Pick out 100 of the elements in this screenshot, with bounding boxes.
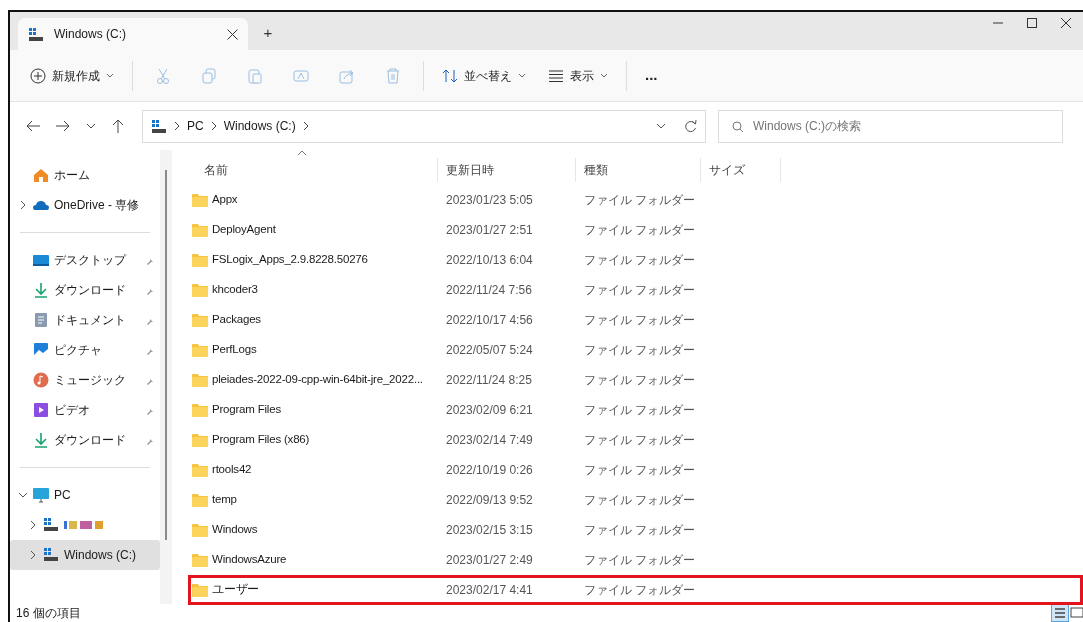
file-type: ファイル フォルダー — [583, 522, 697, 539]
file-row[interactable]: khcoder3 2022/11/24 7:56 ファイル フォルダー — [188, 275, 1083, 305]
chevron-icon[interactable] — [28, 550, 38, 560]
sidebar-item[interactable]: ピクチャ — [10, 335, 160, 365]
file-row[interactable]: WindowsAzure 2023/01/27 2:49 ファイル フォルダー — [188, 545, 1083, 575]
new-tab-button[interactable]: + — [248, 20, 288, 46]
file-row[interactable]: PerfLogs 2022/05/07 5:24 ファイル フォルダー — [188, 335, 1083, 365]
modified-date: 2022/10/17 4:56 — [445, 312, 534, 329]
folder-icon — [192, 553, 208, 567]
file-type: ファイル フォルダー — [583, 252, 697, 269]
address-bar[interactable]: PC Windows (C:) — [142, 109, 706, 143]
breadcrumb[interactable]: Windows (C:) — [223, 117, 296, 135]
sidebar-item[interactable]: ドキュメント — [10, 305, 160, 335]
folder-icon — [192, 343, 208, 357]
file-type: ファイル フォルダー — [583, 342, 697, 359]
file-name: pleiades-2022-09-cpp-win-64bit-jre_2022... — [212, 372, 423, 388]
file-row[interactable]: FSLogix_Apps_2.9.8228.50276 2022/10/13 6:04 ファイル フォルダー — [188, 245, 1083, 275]
chevron-icon[interactable] — [28, 520, 38, 530]
close-icon[interactable] — [1061, 18, 1071, 28]
file-row[interactable]: Packages 2022/10/17 4:56 ファイル フォルダー — [188, 305, 1083, 335]
file-name: ユーザー — [212, 582, 260, 598]
maximize-icon[interactable] — [1027, 18, 1037, 28]
column-header[interactable]: 名前 — [188, 158, 438, 182]
chevron-icon[interactable] — [18, 490, 28, 500]
plus-circle-icon — [30, 67, 46, 84]
modified-date: 2023/01/27 2:51 — [445, 222, 534, 239]
modified-date: 2023/02/15 3:15 — [445, 522, 534, 539]
column-header[interactable]: サイズ — [701, 158, 781, 182]
file-row[interactable]: Appx 2023/01/23 5:05 ファイル フォルダー — [188, 185, 1083, 215]
sidebar-item[interactable]: ダウンロード — [10, 425, 160, 455]
folder-icon — [192, 253, 208, 267]
breadcrumb[interactable]: PC — [187, 117, 204, 135]
file-row[interactable]: temp 2022/09/13 9:52 ファイル フォルダー — [188, 485, 1083, 515]
window-tab[interactable]: Windows (C:) — [18, 18, 248, 50]
sidebar-item[interactable]: OneDrive - 専修 — [10, 190, 160, 220]
file-type: ファイル フォルダー — [583, 192, 697, 209]
modified-date: 2023/02/09 6:21 — [445, 402, 534, 419]
chevron-icon — [173, 121, 181, 131]
folder-icon — [192, 463, 208, 477]
file-name: PerfLogs — [212, 342, 257, 358]
modified-date: 2022/11/24 7:56 — [445, 282, 533, 299]
sidebar-item[interactable]: ミュージック — [10, 365, 160, 395]
caret-icon[interactable] — [518, 73, 526, 78]
sidebar-item[interactable]: ダウンロード — [10, 275, 160, 305]
download-icon — [33, 432, 49, 448]
new-button[interactable]: 新規作成 — [22, 62, 122, 89]
modified-date: 2023/01/27 2:49 — [445, 552, 534, 569]
chevron-icon — [209, 121, 218, 131]
back-icon[interactable] — [26, 119, 40, 133]
sort-button[interactable]: 並べ替え — [434, 62, 534, 89]
list-icon — [548, 67, 564, 84]
caret-icon[interactable] — [600, 73, 608, 78]
file-type: ファイル フォルダー — [583, 432, 697, 449]
close-icon[interactable] — [227, 28, 238, 40]
file-row[interactable]: Program Files 2023/02/09 6:21 ファイル フォルダー — [188, 395, 1083, 425]
sidebar-item[interactable]: PC — [10, 480, 160, 510]
video-icon — [33, 402, 49, 418]
file-row[interactable]: rtools42 2022/10/19 0:26 ファイル フォルダー — [188, 455, 1083, 485]
folder-icon — [192, 433, 208, 447]
column-header[interactable]: 更新日時 — [438, 158, 576, 182]
chevron-icon[interactable] — [18, 200, 28, 210]
file-name: FSLogix_Apps_2.9.8228.50276 — [212, 252, 368, 268]
drive-icon — [43, 547, 59, 563]
file-row[interactable]: Program Files (x86) 2023/02/14 7:49 ファイル フォルダー — [188, 425, 1083, 455]
modified-date: 2022/11/24 8:25 — [445, 372, 533, 389]
caret-icon[interactable] — [656, 123, 666, 129]
scrollbar[interactable] — [160, 150, 172, 604]
home-icon — [33, 167, 49, 183]
file-row[interactable]: Windows 2023/02/15 3:15 ファイル フォルダー — [188, 515, 1083, 545]
modified-date: 2022/10/19 0:26 — [445, 462, 534, 479]
search-field[interactable]: Windows (C:)の検索 — [718, 109, 1063, 143]
file-name: Appx — [212, 192, 238, 208]
tab-title: Windows (C:) — [54, 26, 126, 43]
up-arrow-icon[interactable] — [112, 119, 124, 133]
folder-icon — [192, 283, 208, 297]
forward-icon[interactable] — [56, 119, 70, 133]
picture-icon — [33, 342, 49, 358]
file-type: ファイル フォルダー — [583, 222, 697, 239]
sidebar-item[interactable]: ホーム — [10, 160, 160, 190]
file-row[interactable]: ユーザー 2023/02/17 4:41 ファイル フォルダー — [188, 575, 1083, 605]
caret-icon[interactable] — [106, 73, 114, 78]
view-button[interactable]: 表示 — [540, 62, 616, 89]
folder-icon — [192, 223, 208, 237]
file-type: ファイル フォルダー — [583, 552, 697, 569]
sidebar-item[interactable]: デスクトップ — [10, 245, 160, 275]
file-type: ファイル フォルダー — [583, 462, 697, 479]
file-type: ファイル フォルダー — [583, 312, 697, 329]
drive-icon — [43, 517, 59, 533]
file-name: Packages — [212, 312, 261, 328]
desktop-icon — [33, 252, 49, 268]
file-row[interactable]: pleiades-2022-09-cpp-win-64bit-jre_2022... 2022/11/24 8:25 ファイル フォルダー — [188, 365, 1083, 395]
column-header[interactable]: 種類 — [576, 158, 701, 182]
file-type: ファイル フォルダー — [583, 582, 697, 599]
more-button[interactable]: ... — [637, 60, 666, 91]
sidebar-item[interactable]: ビデオ — [10, 395, 160, 425]
modified-date: 2023/01/23 5:05 — [445, 192, 534, 209]
sidebar-item[interactable]: Windows (C:) — [10, 540, 160, 570]
folder-icon — [192, 403, 208, 417]
refresh-icon[interactable] — [684, 119, 697, 133]
file-row[interactable]: DeployAgent 2023/01/27 2:51 ファイル フォルダー — [188, 215, 1083, 245]
